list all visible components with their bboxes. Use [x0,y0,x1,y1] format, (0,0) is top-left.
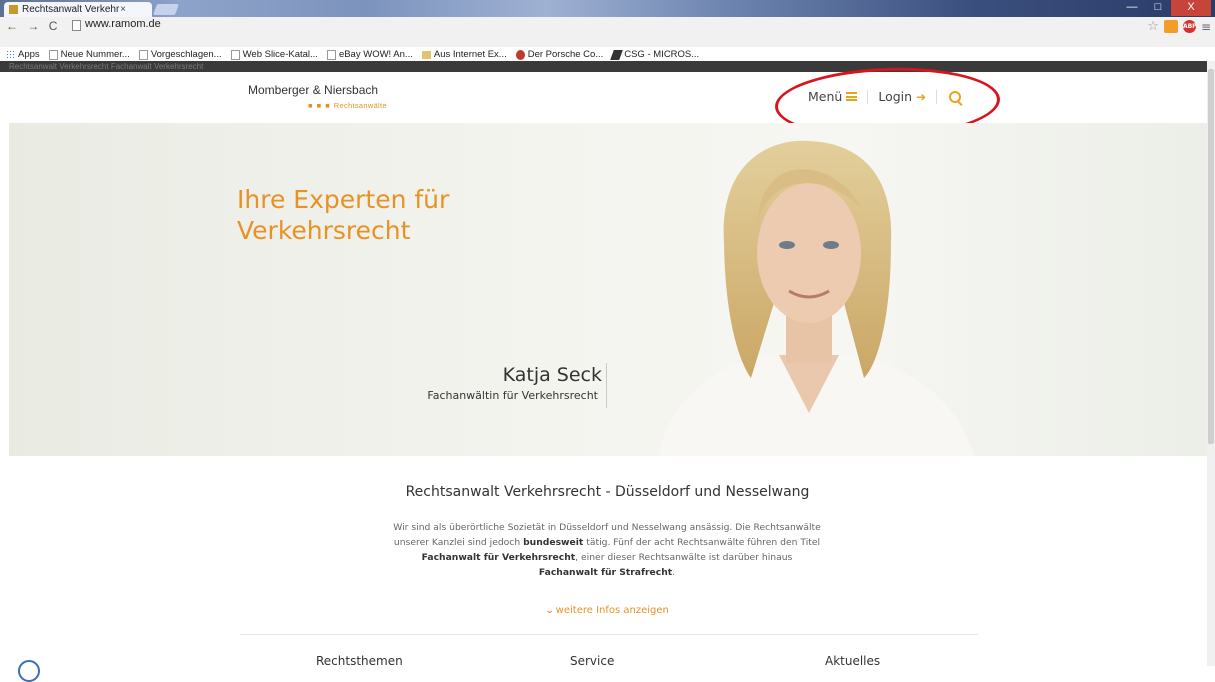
bookmark-item[interactable]: Der Porsche Co... [515,49,604,60]
floating-badge-icon[interactable] [18,660,40,682]
browser-toolbar: ← → C www.ramom.de ☆ ABP ≡ Apps Neue Numm… [0,17,1215,60]
bookmark-label: Vorgeschlagen... [150,49,222,60]
page-status-bar: Rechtsanwalt Verkehrsrecht Fachanwalt Ve… [0,61,1207,72]
scrollbar[interactable] [1207,61,1215,666]
page-icon [138,49,148,60]
bookmark-item[interactable]: Apps [6,49,40,60]
bookmark-label: eBay WOW! An... [338,49,413,60]
bookmark-label: CSG - MICROS... [624,49,700,60]
page-icon [230,49,240,60]
bookmark-item[interactable]: Vorgeschlagen... [138,49,222,60]
favicon-icon [9,5,18,14]
bookmark-item[interactable]: CSG - MICROS... [610,49,700,60]
intro-text-3: , einer dieser Rechtsanwälte ist darüber… [575,552,793,563]
hero-title: Ihre Experten für Verkehrsrecht [237,185,450,245]
maximize-button[interactable]: □ [1145,0,1171,16]
porsche-icon [515,49,525,60]
folder-icon [421,50,431,59]
portrait-image [659,140,974,456]
page-icon [326,49,336,60]
browser-tab[interactable]: Rechtsanwalt Verkehr × [4,2,152,17]
more-info-link[interactable]: ⌄weitere Infos anzeigen [0,605,1215,616]
bookmark-item[interactable]: Aus Internet Ex... [421,49,507,60]
browser-titlebar: Rechtsanwalt Verkehr × — □ X [0,0,1215,17]
adblock-icon[interactable]: ABP [1182,20,1197,33]
csg-icon [610,49,624,60]
minimize-button[interactable]: — [1119,0,1145,16]
more-info-label: weitere Infos anzeigen [555,605,669,616]
bookmark-label: Aus Internet Ex... [433,49,507,60]
page-icon [48,49,58,60]
bookmark-item[interactable]: Web Slice-Katal... [230,49,318,60]
bookmark-label: Web Slice-Katal... [242,49,318,60]
scrollbar-thumb[interactable] [1208,69,1214,444]
new-tab-button[interactable] [152,4,180,15]
extension-icon[interactable] [1163,20,1178,33]
bookmark-item[interactable]: eBay WOW! An... [326,49,413,60]
apps-icon [6,49,15,60]
bookmark-star-icon[interactable]: ☆ [1147,19,1159,34]
window-controls: — □ X [1119,0,1211,17]
close-window-button[interactable]: X [1171,0,1211,16]
intro-bold-1: bundesweit [523,537,584,548]
chevron-down-icon: ⌄ [544,606,555,616]
site-logo[interactable]: Momberger & Niersbach [248,83,378,97]
site-logo-subtitle: ■ ■ ■ Rechtsanwälte [308,101,387,110]
brand-sub-label: Rechtsanwälte [333,101,387,110]
logo-dots-icon: ■ ■ ■ [308,101,331,110]
intro-bold-3: Fachanwalt für Strafrecht [538,567,673,578]
bookmark-label: Der Porsche Co... [527,49,604,60]
section-heading: Rechtsanwalt Verkehrsrecht - Düsseldorf … [405,484,810,500]
person-name: Katja Seck [502,364,602,386]
bookmark-item[interactable]: Neue Nummer... [48,49,130,60]
tab-title: Rechtsanwalt Verkehr [22,4,120,15]
browser-menu-icon[interactable]: ≡ [1201,20,1211,34]
page-icon [72,20,81,31]
forward-icon[interactable]: → [27,19,39,33]
intro-text-4: . [672,567,676,578]
divider [240,634,978,635]
intro-text-2: tätig. Fünf der acht Rechtsanwälte führe… [586,537,821,548]
bookmarks-bar: Apps Neue Nummer... Vorgeschlagen... Web Sl… [6,49,699,60]
hero-banner: Ihre Experten für Verkehrsrecht Katja Se… [9,123,1207,456]
person-role: Fachanwältin für Verkehrsrecht [427,389,598,402]
reload-icon[interactable]: C [49,19,58,33]
name-divider [606,363,607,408]
bookmark-label: Neue Nummer... [60,49,130,60]
bookmark-label: Apps [18,49,40,60]
nav-buttons: ← → C [6,19,63,33]
address-bar[interactable]: www.ramom.de [85,18,161,30]
back-icon[interactable]: ← [6,19,18,33]
intro-bold-2: Fachanwalt für Verkehrsrecht [421,552,576,563]
tab-close-icon[interactable]: × [120,2,126,17]
intro-text: Wir sind als überörtliche Sozietät in Dü… [393,520,821,580]
browser-actions: ☆ ABP ≡ [1147,19,1211,34]
